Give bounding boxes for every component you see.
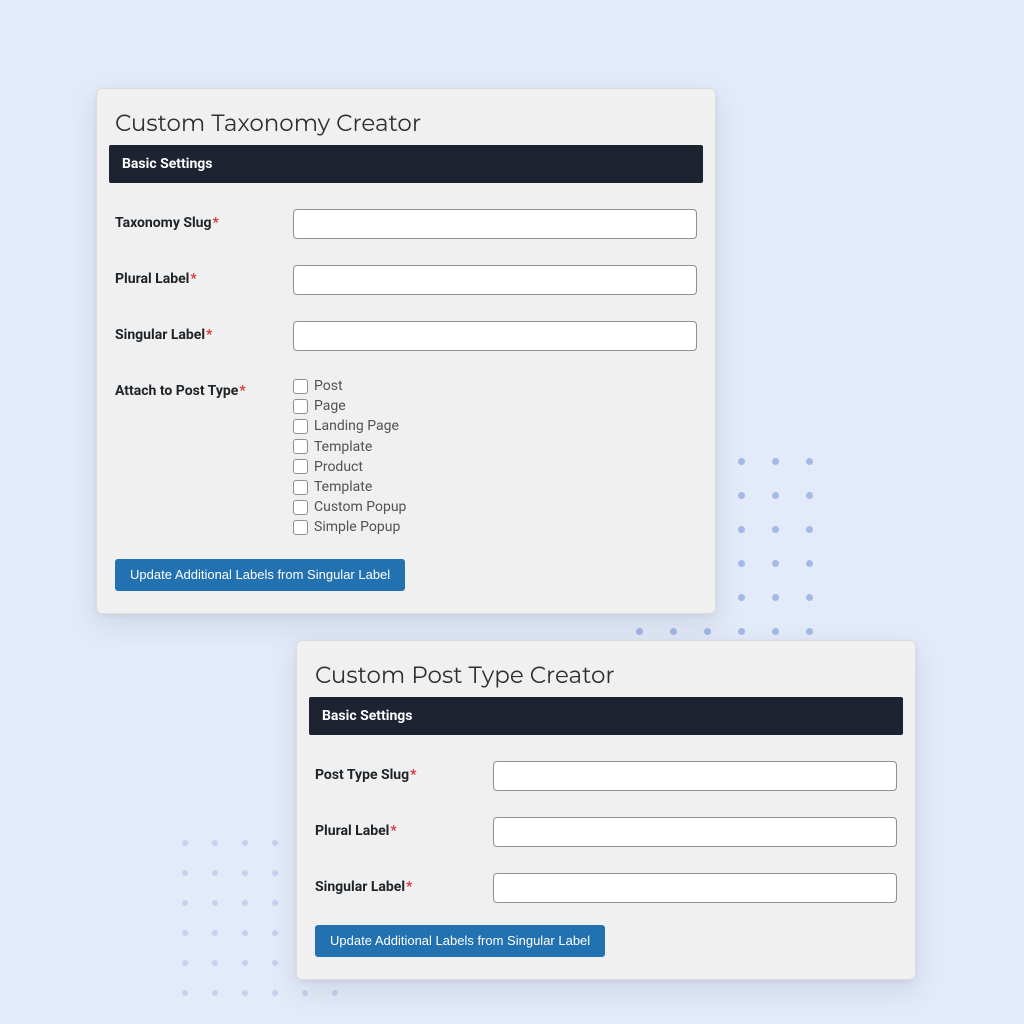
option-label: Template — [314, 438, 372, 456]
section-header-basic-settings: Basic Settings — [109, 145, 703, 183]
checkbox-icon[interactable] — [293, 419, 308, 434]
required-marker: * — [206, 327, 212, 343]
post-type-option[interactable]: Simple Popup — [293, 518, 697, 536]
singular-label-input[interactable] — [493, 873, 897, 903]
option-label: Landing Page — [314, 417, 399, 435]
field-row-taxonomy-slug: Taxonomy Slug* — [115, 209, 697, 239]
post-type-option[interactable]: Template — [293, 478, 697, 496]
update-labels-button[interactable]: Update Additional Labels from Singular L… — [315, 925, 605, 957]
checkbox-icon[interactable] — [293, 399, 308, 414]
post-type-creator-panel: Custom Post Type Creator Basic Settings … — [296, 640, 916, 980]
singular-label-input[interactable] — [293, 321, 697, 351]
post-type-option[interactable]: Page — [293, 397, 697, 415]
checkbox-icon[interactable] — [293, 500, 308, 515]
field-row-plural-label: Plural Label* — [315, 817, 897, 847]
field-label: Plural Label* — [115, 265, 293, 287]
panel-title: Custom Post Type Creator — [309, 651, 903, 697]
post-type-option[interactable]: Landing Page — [293, 417, 697, 435]
checkbox-icon[interactable] — [293, 480, 308, 495]
option-label: Post — [314, 377, 343, 395]
field-label: Attach to Post Type* — [115, 377, 293, 399]
required-marker: * — [213, 215, 219, 231]
post-type-slug-input[interactable] — [493, 761, 897, 791]
field-label: Singular Label* — [115, 321, 293, 343]
field-row-singular-label: Singular Label* — [315, 873, 897, 903]
field-row-attach-post-type: Attach to Post Type* Post Page Landing Pag… — [115, 377, 697, 539]
taxonomy-slug-input[interactable] — [293, 209, 697, 239]
required-marker: * — [406, 879, 412, 895]
field-label: Post Type Slug* — [315, 761, 493, 783]
option-label: Product — [314, 458, 363, 476]
field-label: Plural Label* — [315, 817, 493, 839]
field-row-plural-label: Plural Label* — [115, 265, 697, 295]
option-label: Custom Popup — [314, 498, 406, 516]
option-label: Page — [314, 397, 346, 415]
section-header-basic-settings: Basic Settings — [309, 697, 903, 735]
post-type-option[interactable]: Template — [293, 438, 697, 456]
post-type-option[interactable]: Custom Popup — [293, 498, 697, 516]
checkbox-icon[interactable] — [293, 379, 308, 394]
required-marker: * — [239, 383, 245, 399]
checkbox-icon[interactable] — [293, 520, 308, 535]
field-row-post-type-slug: Post Type Slug* — [315, 761, 897, 791]
field-label: Taxonomy Slug* — [115, 209, 293, 231]
required-marker: * — [190, 271, 196, 287]
panel-title: Custom Taxonomy Creator — [109, 99, 703, 145]
post-type-option[interactable]: Post — [293, 377, 697, 395]
option-label: Template — [314, 478, 372, 496]
required-marker: * — [410, 767, 416, 783]
plural-label-input[interactable] — [493, 817, 897, 847]
post-type-checklist: Post Page Landing Page Template Product Templ… — [293, 377, 697, 537]
checkbox-icon[interactable] — [293, 439, 308, 454]
update-labels-button[interactable]: Update Additional Labels from Singular L… — [115, 559, 405, 591]
checkbox-icon[interactable] — [293, 459, 308, 474]
required-marker: * — [390, 823, 396, 839]
option-label: Simple Popup — [314, 518, 400, 536]
field-row-singular-label: Singular Label* — [115, 321, 697, 351]
plural-label-input[interactable] — [293, 265, 697, 295]
post-type-option[interactable]: Product — [293, 458, 697, 476]
field-label: Singular Label* — [315, 873, 493, 895]
taxonomy-creator-panel: Custom Taxonomy Creator Basic Settings T… — [96, 88, 716, 614]
